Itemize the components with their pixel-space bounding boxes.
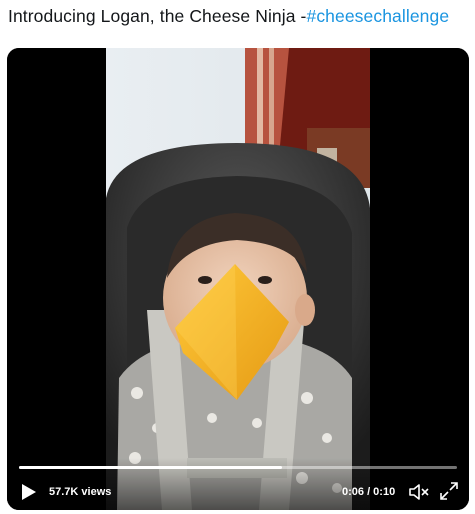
fullscreen-icon[interactable]: [439, 481, 459, 501]
view-count: 57.7K views: [49, 486, 112, 498]
progress-bar[interactable]: [19, 466, 457, 469]
hashtag-link[interactable]: #cheesechallenge: [306, 6, 449, 26]
time-display: 0:06 / 0:10: [342, 486, 396, 498]
tweet-body: Introducing Logan, the Cheese Ninja -: [8, 6, 307, 26]
tweet-text: Introducing Logan, the Cheese Ninja -#ch…: [8, 6, 449, 27]
video-player[interactable]: 57.7K views 0:06 / 0:10: [7, 48, 469, 510]
video-frame[interactable]: [7, 48, 469, 510]
video-scene: [106, 48, 370, 510]
progress-fill: [19, 466, 282, 469]
speaker-muted-icon[interactable]: [408, 482, 430, 502]
play-icon[interactable]: [18, 482, 38, 502]
